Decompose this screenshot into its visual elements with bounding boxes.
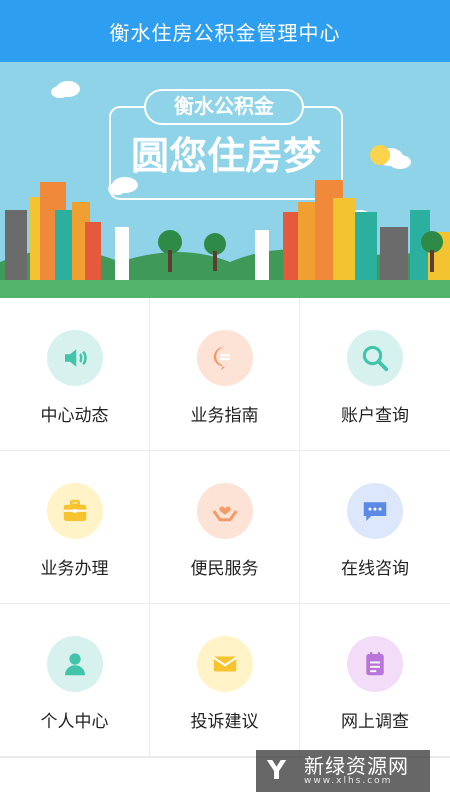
mail-icon (213, 656, 237, 672)
menu-item-business-handle[interactable]: 业务办理 (0, 451, 150, 604)
menu-item-label: 中心动态 (40, 406, 109, 426)
search-icon (362, 345, 389, 372)
menu-item-personal-center[interactable]: 个人中心 (0, 604, 150, 757)
menu-item-label: 个人中心 (40, 712, 109, 732)
menu-item-label: 在线咨询 (341, 559, 409, 579)
service-menu-grid: 中心动态 业务指南 账户查询 业务办理 便民服务 在线咨询 个人中心 投诉建议 … (0, 298, 450, 758)
briefcase-icon-bg (47, 483, 103, 539)
message-icon-bg (347, 483, 403, 539)
watermark-text: 新绿资源网 (304, 753, 409, 778)
speaker-icon (65, 349, 87, 367)
menu-item-label: 账户查询 (341, 406, 409, 426)
menu-item-online-survey[interactable]: 网上调查 (300, 604, 450, 757)
menu-item-account-query[interactable]: 账户查询 (300, 298, 450, 451)
watermark-logo-icon: Y (267, 756, 287, 786)
chat-bubble-icon-bg (197, 330, 253, 386)
menu-item-label: 业务办理 (40, 559, 109, 579)
banner-tag: 衡水公积金 (174, 94, 275, 118)
banner-slogan: 圆您住房梦 (131, 134, 321, 178)
search-icon-bg (347, 330, 403, 386)
notepad-icon-bg (347, 636, 403, 692)
menu-item-label: 网上调查 (341, 712, 409, 732)
menu-item-label: 投诉建议 (190, 712, 259, 732)
watermark-badge: Y 新绿资源网 www.xlhs.com (256, 750, 430, 792)
menu-item-online-consult[interactable]: 在线咨询 (300, 451, 450, 604)
menu-item-business-guide[interactable]: 业务指南 (150, 298, 300, 451)
heart-hands-icon (212, 506, 238, 522)
menu-item-label: 便民服务 (190, 559, 259, 579)
notepad-icon (366, 652, 384, 676)
menu-item-complaint-suggestion[interactable]: 投诉建议 (150, 604, 300, 757)
menu-item-label: 业务指南 (190, 406, 259, 426)
app-header: 衡水住房公积金管理中心 (0, 0, 450, 62)
menu-item-convenience-service[interactable]: 便民服务 (150, 451, 300, 604)
briefcase-icon (63, 499, 87, 521)
menu-item-center-news[interactable]: 中心动态 (0, 298, 150, 451)
page-title: 衡水住房公积金管理中心 (109, 20, 341, 45)
speaker-icon-bg (47, 330, 103, 386)
user-icon (65, 653, 85, 676)
mail-icon-bg (197, 636, 253, 692)
user-icon-bg (47, 636, 103, 692)
sun-icon (370, 145, 390, 165)
chat-bubble-icon (213, 346, 230, 371)
promo-banner[interactable]: 衡水公积金 圆您住房梦 (0, 62, 450, 298)
heart-hands-icon-bg (197, 483, 253, 539)
city-illustration: 衡水公积金 圆您住房梦 (0, 62, 450, 298)
message-icon (363, 502, 387, 521)
watermark-url: www.xlhs.com (304, 775, 393, 786)
